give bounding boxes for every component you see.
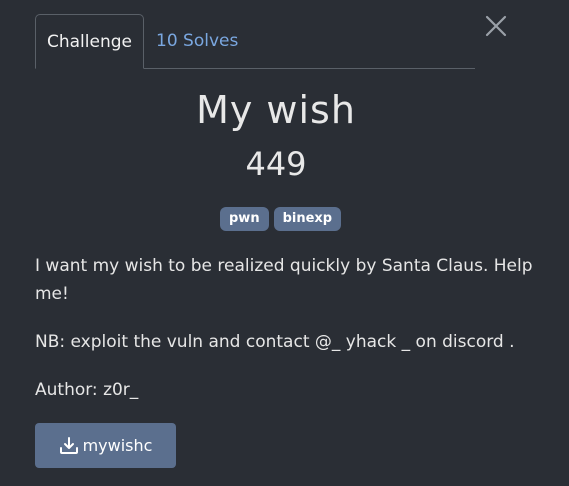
tab-bar: Challenge 10 Solves [35,14,475,69]
author-text: Author: z0r_ [35,380,139,400]
challenge-points: 449 [245,145,307,183]
description-paragraph: I want my wish to be realized quickly by… [35,256,533,304]
tag-pwn: pwn [220,207,269,231]
tab-solves[interactable]: 10 Solves [156,14,238,68]
description-paragraph: NB: exploit the vuln and contact @_ yhac… [35,332,515,352]
challenge-title: My wish [196,88,356,132]
close-icon [485,15,507,37]
close-button[interactable] [484,14,508,38]
download-file-label: mywishc [82,436,153,455]
challenge-modal: Challenge 10 Solves My wish 449 pwn bine… [0,0,569,486]
download-file-button[interactable]: mywishc [35,423,176,468]
tag-list: pwn binexp [220,207,342,231]
tab-challenge[interactable]: Challenge [35,14,144,69]
download-icon [59,436,78,454]
tag-binexp: binexp [273,207,342,231]
